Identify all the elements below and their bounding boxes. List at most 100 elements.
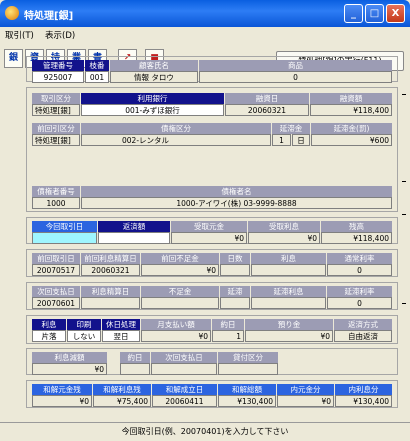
received-principal-label: 受取元金 bbox=[171, 221, 247, 232]
print-select[interactable]: しない bbox=[67, 330, 101, 342]
monthly-amount-value: ¥0 bbox=[141, 330, 211, 342]
bank-label: 利用銀行 bbox=[81, 93, 224, 104]
monthly-amount-label: 月支払い額 bbox=[141, 319, 211, 330]
application-window: 特処理[銀] _ □ X 取引(T) 表示(D) 銀 資 持 業 書 ↗ ■ 特… bbox=[0, 0, 410, 441]
delay-count-value: 1 bbox=[272, 134, 291, 146]
mgmt-no-input[interactable]: 925007 bbox=[32, 71, 84, 83]
repay-method-label: 返済方式 bbox=[334, 319, 392, 330]
credit-kind-value: 002-レンタル bbox=[81, 134, 271, 146]
product-value: 0 bbox=[199, 71, 392, 83]
current-date-label: 今回取引日 bbox=[32, 221, 97, 232]
debtor-no-label: 債権者番号 bbox=[32, 186, 80, 197]
status-bar: 今回取引日(例、20070401)を入力して下さい bbox=[0, 422, 410, 441]
close-button[interactable]: X bbox=[386, 4, 405, 23]
debtor-name-label: 債権者名 bbox=[81, 186, 392, 197]
trade-kind-value: 特処理[銀] bbox=[32, 104, 80, 116]
reduction-next-pay-value bbox=[151, 363, 217, 375]
print-label: 印刷 bbox=[67, 319, 101, 330]
inner-interest-value: ¥130,400 bbox=[335, 395, 392, 407]
normal-rate-label: 通常利率 bbox=[327, 253, 392, 264]
title-bar[interactable]: 特処理[銀] _ □ X bbox=[0, 0, 410, 27]
mgmt-no-label: 管理番号 bbox=[32, 60, 84, 71]
delay-rate-label: 延滞利率 bbox=[327, 286, 392, 297]
menu-item-trade[interactable]: 取引(T) bbox=[5, 29, 34, 41]
debtor-name-value: 1000-アイワイ(株) 03-9999-8888 bbox=[81, 197, 392, 209]
customer-name-label: 顧客氏名 bbox=[110, 60, 198, 71]
next-pay-date-value: 20070601 bbox=[32, 297, 80, 309]
menu-bar: 取引(T) 表示(D) bbox=[0, 27, 410, 44]
settle-principal-label: 和解元金残 bbox=[32, 384, 92, 395]
interest-reduction-value: ¥0 bbox=[32, 363, 107, 375]
loan-amount-value: ¥118,400 bbox=[310, 104, 392, 116]
last-calc-date-value: 20060321 bbox=[81, 264, 140, 276]
settle-date-label: 和解成立日 bbox=[152, 384, 217, 395]
debtor-no-value: 1000 bbox=[32, 197, 80, 209]
shortage-label: 不足金 bbox=[141, 286, 219, 297]
last-date-label: 前回取引日 bbox=[32, 253, 80, 264]
edge-mark bbox=[402, 303, 406, 304]
repay-amount-label: 返済額 bbox=[98, 221, 170, 232]
settle-interest-value: ¥75,400 bbox=[93, 395, 151, 407]
delay-interest-label: 延滞利息 bbox=[251, 286, 326, 297]
interest-label: 利息 bbox=[251, 253, 326, 264]
delay-count-label: 延滞金 bbox=[272, 123, 310, 134]
app-icon bbox=[5, 6, 19, 20]
deposit-value: ¥0 bbox=[245, 330, 333, 342]
reduction-next-pay-label: 次回支払日 bbox=[151, 352, 217, 363]
minimize-button[interactable]: _ bbox=[344, 4, 363, 23]
balance-label: 残高 bbox=[321, 221, 392, 232]
days-label: 日数 bbox=[220, 253, 250, 264]
inner-principal-value: ¥0 bbox=[277, 395, 334, 407]
last-calc-date-label: 前回利息精算日 bbox=[81, 253, 140, 264]
interest-method-select[interactable]: 片落 bbox=[32, 330, 66, 342]
delay-rate-value: 0 bbox=[327, 297, 392, 309]
trade-kind-label: 取引区分 bbox=[32, 93, 80, 104]
customer-name-value: 情報 タロウ bbox=[110, 71, 198, 83]
bank-tool-button[interactable]: 銀 bbox=[4, 49, 23, 68]
interest-reduction-label: 利息減額 bbox=[32, 352, 107, 363]
branch-no-label: 枝番 bbox=[85, 60, 109, 71]
branch-no-input[interactable]: 001 bbox=[85, 71, 109, 83]
loan-date-value: 20060321 bbox=[225, 104, 309, 116]
days-value bbox=[220, 264, 250, 276]
balance-value: ¥118,400 bbox=[321, 232, 392, 244]
settle-total-value: ¥130,400 bbox=[218, 395, 276, 407]
reduction-day-value bbox=[120, 363, 150, 375]
settle-date-value: 20060411 bbox=[152, 395, 217, 407]
settle-total-label: 和解総額 bbox=[218, 384, 276, 395]
edge-mark bbox=[402, 181, 406, 182]
calc-date-value bbox=[81, 297, 140, 309]
repay-method-value: 自由返済 bbox=[334, 330, 392, 342]
menu-item-view[interactable]: 表示(D) bbox=[45, 29, 75, 41]
loan-date-label: 融資日 bbox=[225, 93, 309, 104]
last-shortage-value: ¥0 bbox=[141, 264, 219, 276]
prev-kind-label: 前回引区分 bbox=[32, 123, 80, 134]
settle-principal-value: ¥0 bbox=[32, 395, 92, 407]
last-date-value: 20070517 bbox=[32, 264, 80, 276]
holiday-select[interactable]: 翌日 bbox=[102, 330, 140, 342]
interest-method-label: 利息 bbox=[32, 319, 66, 330]
credit-kind-label: 債権区分 bbox=[81, 123, 271, 134]
calc-date-label: 利息精算日 bbox=[81, 286, 140, 297]
current-date-input[interactable] bbox=[32, 232, 97, 244]
last-shortage-label: 前回不足金 bbox=[141, 253, 219, 264]
maximize-button[interactable]: □ bbox=[365, 4, 384, 23]
repay-amount-input[interactable] bbox=[98, 232, 170, 244]
prev-kind-value: 特処理[銀] bbox=[32, 134, 80, 146]
interest-value bbox=[251, 264, 326, 276]
holiday-label: 休日処理 bbox=[102, 319, 140, 330]
payment-day-value: 1 bbox=[212, 330, 244, 342]
edge-mark bbox=[402, 94, 406, 95]
loan-kind-label: 貸付区分 bbox=[218, 352, 278, 363]
loan-kind-value bbox=[218, 363, 278, 375]
loan-amount-label: 融資額 bbox=[310, 93, 392, 104]
bank-select[interactable]: 001-みずほ銀行 bbox=[81, 104, 224, 116]
delay-unit-value: 日 bbox=[292, 134, 310, 146]
received-principal-value: ¥0 bbox=[171, 232, 247, 244]
delay-interest-value bbox=[251, 297, 326, 309]
settle-interest-label: 和解利息残 bbox=[93, 384, 151, 395]
inner-principal-label: 内元金分 bbox=[277, 384, 334, 395]
delay-value bbox=[220, 297, 250, 309]
inner-interest-label: 内利息分 bbox=[335, 384, 392, 395]
received-interest-label: 受取利息 bbox=[248, 221, 320, 232]
